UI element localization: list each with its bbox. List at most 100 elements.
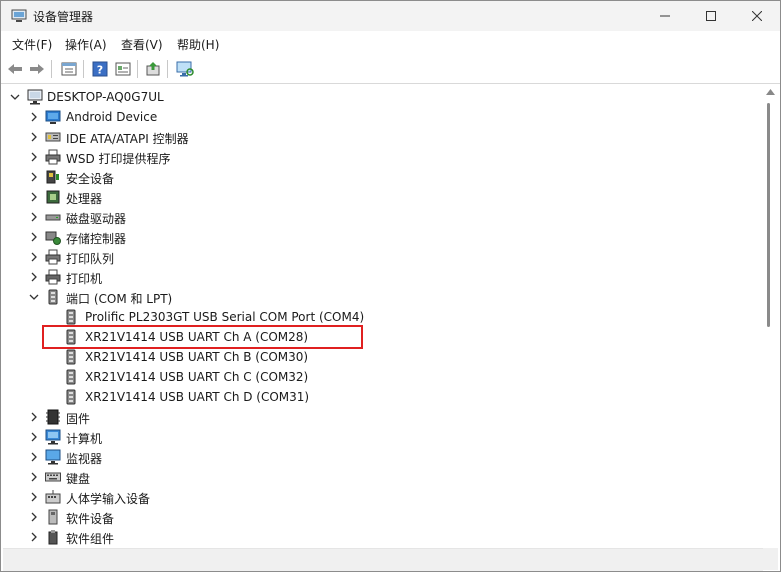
tree-category-processor[interactable]: 处理器 bbox=[3, 187, 761, 207]
category-label: 端口 (COM 和 LPT) bbox=[66, 292, 173, 306]
category-label: 键盘 bbox=[66, 472, 91, 486]
title-bar: 设备管理器 bbox=[1, 1, 780, 31]
vertical-scrollbar[interactable] bbox=[763, 85, 778, 547]
tree-category-software-component[interactable]: 软件组件 bbox=[3, 527, 761, 547]
tree-category-software-device[interactable]: 软件设备 bbox=[3, 507, 761, 527]
category-label: 软件设备 bbox=[66, 512, 115, 526]
chevron-right-icon bbox=[31, 452, 37, 462]
chevron-right-icon bbox=[31, 132, 37, 142]
forward-icon[interactable] bbox=[27, 59, 47, 79]
chevron-right-icon bbox=[31, 192, 37, 202]
update-driver-icon[interactable] bbox=[143, 59, 163, 79]
toolbar-separator bbox=[167, 60, 168, 78]
category-label: 存储控制器 bbox=[66, 232, 127, 246]
minimize-icon bbox=[660, 15, 670, 17]
category-label: 人体学输入设备 bbox=[66, 492, 151, 506]
chevron-right-icon bbox=[31, 512, 37, 522]
svg-text:?: ? bbox=[97, 64, 103, 77]
monitor-scan-icon[interactable] bbox=[175, 59, 195, 79]
maximize-icon bbox=[706, 11, 716, 21]
monitor-icon bbox=[45, 449, 61, 465]
maximize-button[interactable] bbox=[688, 1, 734, 31]
printer-icon bbox=[45, 269, 61, 285]
port-icon bbox=[66, 389, 76, 405]
category-label: 处理器 bbox=[66, 192, 103, 206]
disk-drive-icon bbox=[45, 214, 61, 221]
computer-icon bbox=[45, 429, 61, 445]
tree-category-monitor[interactable]: 监视器 bbox=[3, 447, 761, 467]
chevron-right-icon bbox=[31, 532, 37, 542]
category-label: 计算机 bbox=[66, 432, 103, 446]
tree-category-ports[interactable]: 端口 (COM 和 LPT) bbox=[3, 287, 761, 307]
port-label: Prolific PL2303GT USB Serial COM Port (C… bbox=[85, 310, 365, 324]
tree-category-hid[interactable]: 人体学输入设备 bbox=[3, 487, 761, 507]
device-manager-icon bbox=[11, 9, 27, 23]
menu-file[interactable]: 文件(F) bbox=[12, 36, 52, 53]
chevron-right-icon bbox=[31, 232, 37, 242]
tree-category-storage[interactable]: 存储控制器 bbox=[3, 227, 761, 247]
keyboard-icon bbox=[45, 472, 61, 482]
tree-port-item[interactable]: XR21V1414 USB UART Ch D (COM31) bbox=[3, 387, 761, 407]
help-icon[interactable]: ? bbox=[90, 59, 110, 79]
vertical-scroll-thumb[interactable] bbox=[767, 103, 770, 327]
toolbar-separator bbox=[51, 60, 52, 78]
tree-category-disk[interactable]: 磁盘驱动器 bbox=[3, 207, 761, 227]
printer-provider-icon bbox=[45, 149, 61, 165]
computer-root-icon bbox=[27, 89, 43, 105]
category-label: 固件 bbox=[66, 412, 91, 426]
tree-root-label: DESKTOP-AQ0G7UL bbox=[47, 90, 164, 104]
tree-port-item[interactable]: XR21V1414 USB UART Ch B (COM30) bbox=[3, 347, 761, 367]
tree-category-printer[interactable]: 打印机 bbox=[3, 267, 761, 287]
toolbar: ? bbox=[1, 55, 780, 84]
window-title: 设备管理器 bbox=[33, 10, 94, 24]
back-icon[interactable] bbox=[5, 59, 25, 79]
tree-category-android-device[interactable]: Android Device bbox=[3, 107, 761, 127]
horizontal-scrollbar[interactable] bbox=[3, 548, 763, 571]
chevron-right-icon bbox=[31, 152, 37, 162]
highlight-box bbox=[42, 325, 363, 349]
chevron-right-icon bbox=[31, 472, 37, 482]
port-icon bbox=[48, 289, 58, 305]
port-label: XR21V1414 USB UART Ch B (COM30) bbox=[85, 350, 309, 364]
tree-category-computer[interactable]: 计算机 bbox=[3, 427, 761, 447]
category-label: 软件组件 bbox=[66, 532, 115, 546]
tree-root[interactable]: DESKTOP-AQ0G7UL bbox=[3, 87, 761, 107]
device-tree[interactable]: DESKTOP-AQ0G7UL Android Device IDE ATA/A… bbox=[3, 85, 763, 547]
tree-category-keyboard[interactable]: 键盘 bbox=[3, 467, 761, 487]
tree-category-firmware[interactable]: 固件 bbox=[3, 407, 761, 427]
tree-port-item[interactable]: XR21V1414 USB UART Ch C (COM32) bbox=[3, 367, 761, 387]
category-label: 打印机 bbox=[66, 272, 103, 286]
chevron-down-icon bbox=[10, 94, 20, 100]
port-label: XR21V1414 USB UART Ch C (COM32) bbox=[85, 370, 309, 384]
security-device-icon bbox=[46, 170, 59, 184]
chevron-right-icon bbox=[31, 412, 37, 422]
port-icon bbox=[66, 369, 76, 385]
category-label: 磁盘驱动器 bbox=[66, 212, 127, 226]
menu-action[interactable]: 操作(A) bbox=[65, 36, 107, 53]
software-device-icon bbox=[48, 509, 58, 525]
chevron-right-icon bbox=[31, 172, 37, 182]
chevron-right-icon bbox=[31, 432, 37, 442]
chevron-down-icon bbox=[29, 294, 39, 300]
chevron-right-icon bbox=[31, 212, 37, 222]
firmware-icon bbox=[46, 409, 60, 425]
tree-category-print-queue[interactable]: 打印队列 bbox=[3, 247, 761, 267]
tree-category-wsd[interactable]: WSD 打印提供程序 bbox=[3, 147, 761, 167]
close-button[interactable] bbox=[734, 1, 780, 31]
properties-icon[interactable] bbox=[59, 59, 79, 79]
menu-view[interactable]: 查看(V) bbox=[121, 36, 163, 53]
tree-category-ide[interactable]: IDE ATA/ATAPI 控制器 bbox=[3, 127, 761, 147]
software-component-icon bbox=[48, 530, 58, 545]
menu-help[interactable]: 帮助(H) bbox=[177, 36, 219, 53]
category-label: IDE ATA/ATAPI 控制器 bbox=[66, 132, 189, 146]
tree-category-security[interactable]: 安全设备 bbox=[3, 167, 761, 187]
tree-port-item[interactable]: Prolific PL2303GT USB Serial COM Port (C… bbox=[3, 307, 761, 327]
minimize-button[interactable] bbox=[642, 1, 688, 31]
view-icon[interactable] bbox=[113, 59, 133, 79]
scrollbar-corner bbox=[763, 548, 778, 570]
chevron-right-icon bbox=[31, 492, 37, 502]
close-icon bbox=[752, 11, 762, 21]
toolbar-separator bbox=[83, 60, 84, 78]
hid-icon bbox=[45, 490, 61, 504]
chevron-right-icon bbox=[31, 252, 37, 262]
